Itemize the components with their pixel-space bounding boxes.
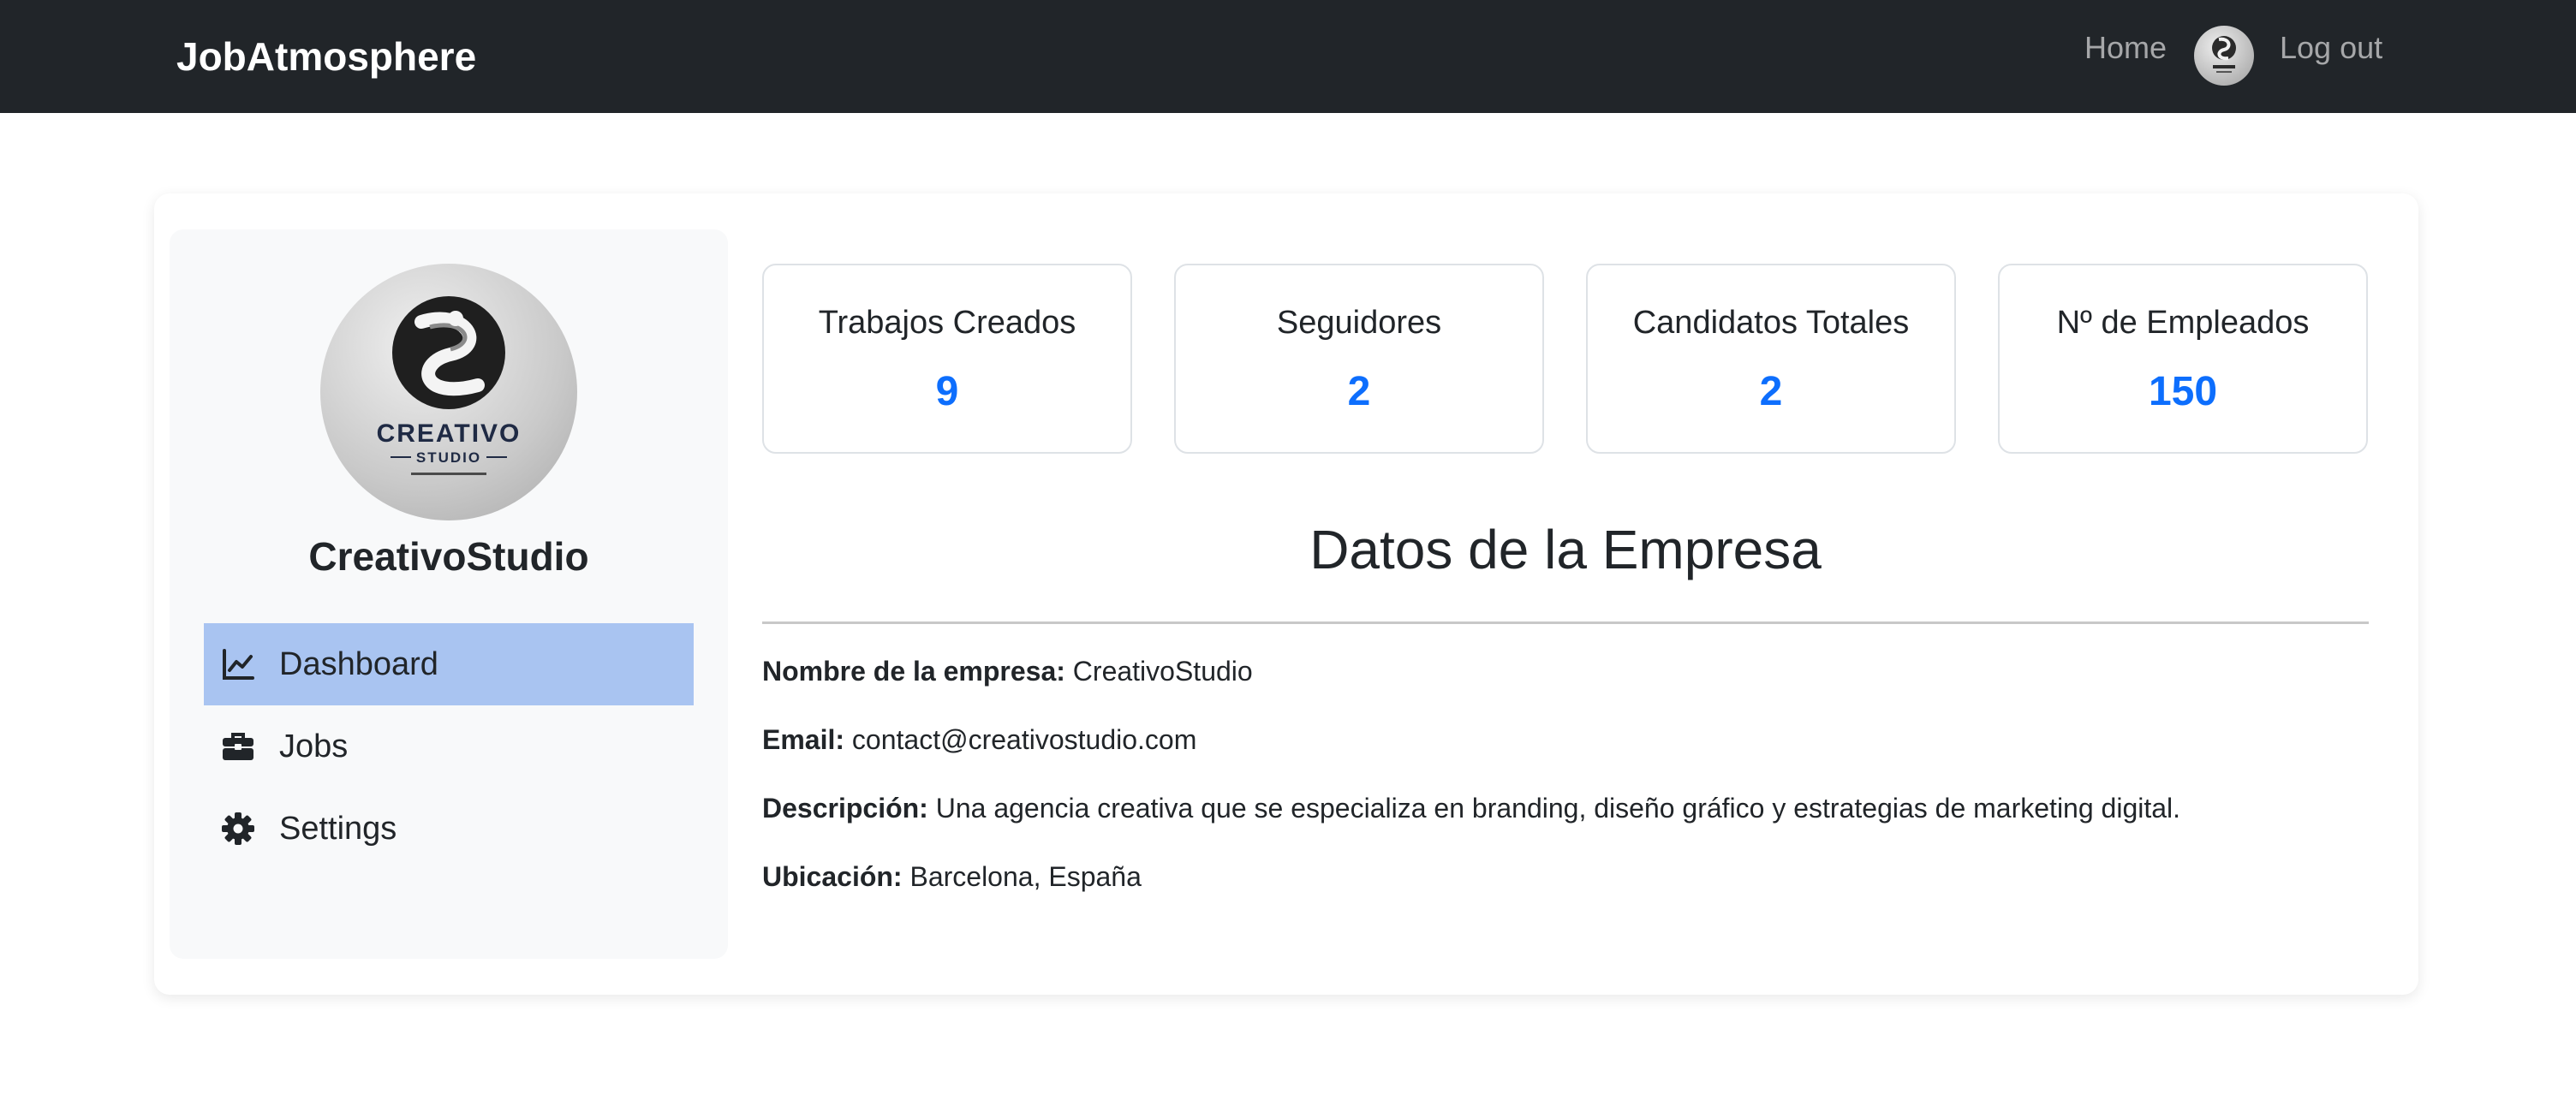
nav-home-link[interactable]: Home [2084,26,2167,70]
gear-icon [219,810,257,847]
top-navbar: JobAtmosphere Home Log out [0,0,2576,113]
stat-value: 9 [935,369,959,414]
info-label: Descripción: [762,793,928,824]
info-email: Email: contact@creativostudio.com [762,721,2369,758]
sidebar-nav: Dashboard Jobs Settings [204,623,694,870]
stat-label: Seguidores [1276,305,1442,341]
brand-logo-text[interactable]: JobAtmosphere [176,31,476,82]
info-company-name: Nombre de la empresa: CreativoStudio [762,652,2369,690]
info-label: Nombre de la empresa: [762,656,1065,687]
sidebar-item-label: Settings [279,810,397,847]
sidebar-item-settings[interactable]: Settings [204,788,694,870]
stat-value: 2 [1759,369,1783,414]
sidebar: CREATIVO STUDIO CreativoStudio Dashboard [170,229,728,959]
info-value: contact@creativostudio.com [851,724,1197,755]
sidebar-item-jobs[interactable]: Jobs [204,705,694,788]
stat-card-followers: Seguidores 2 [1174,264,1544,454]
stat-card-jobs-created: Trabajos Creados 9 [762,264,1132,454]
info-label: Email: [762,724,845,755]
logo-wordmark: CREATIVO [377,419,522,448]
sidebar-item-label: Dashboard [279,645,438,682]
logout-link[interactable]: Log out [2280,26,2382,70]
company-logo: CREATIVO STUDIO [320,264,577,520]
company-data-title: Datos de la Empresa [1309,519,1822,580]
info-location: Ubicación: Barcelona, España [762,858,2369,895]
info-value: Una agencia creativa que se especializa … [935,793,2181,824]
section-divider [762,621,2369,624]
stat-label: Nº de Empleados [2056,305,2310,341]
stat-label: Trabajos Creados [818,305,1076,341]
sidebar-item-label: Jobs [279,728,349,764]
info-label: Ubicación: [762,861,903,892]
info-description: Descripción: Una agencia creativa que se… [762,789,2369,827]
stat-value: 150 [2148,369,2218,414]
stat-card-employees: Nº de Empleados 150 [1998,264,2368,454]
company-name: CreativoStudio [308,534,589,579]
logo-subwordmark: STUDIO [416,449,481,466]
briefcase-icon [219,728,257,765]
stat-value: 2 [1347,369,1371,414]
user-avatar[interactable] [2194,26,2254,86]
stat-label: Candidatos Totales [1632,305,1910,341]
company-logo-small-icon [2212,36,2236,73]
sidebar-item-dashboard[interactable]: Dashboard [204,623,694,705]
info-value: Barcelona, España [909,861,1142,892]
info-value: CreativoStudio [1072,656,1253,687]
chart-line-icon [219,645,257,683]
stat-card-total-candidates: Candidatos Totales 2 [1586,264,1956,454]
company-logo-image: CREATIVO STUDIO [377,296,522,475]
